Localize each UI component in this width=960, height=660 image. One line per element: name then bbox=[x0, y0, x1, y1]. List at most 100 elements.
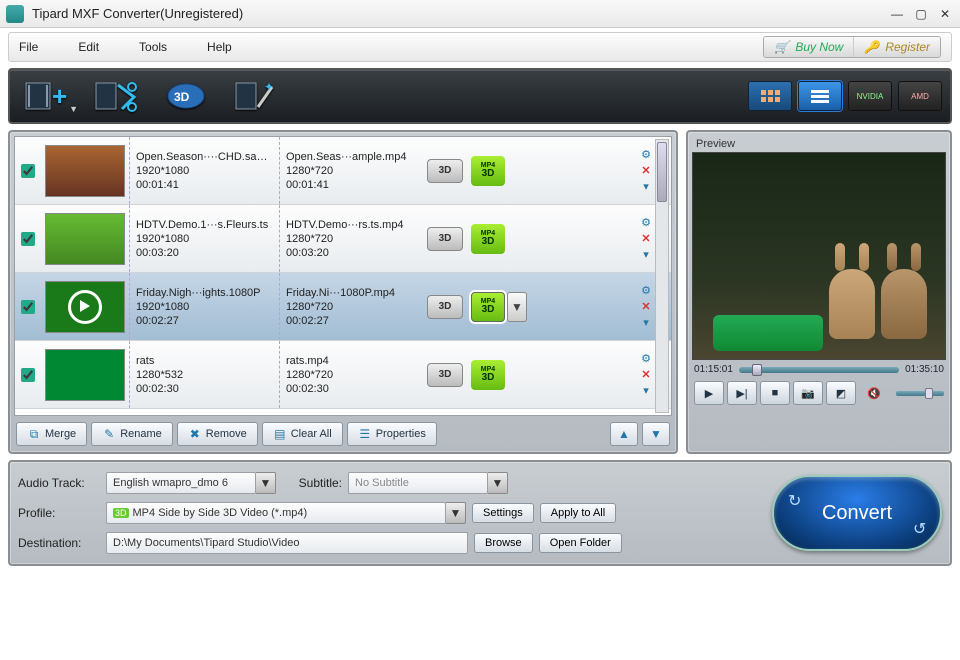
menu-help[interactable]: Help bbox=[207, 40, 232, 54]
settings-pane: Audio Track: English wmapro_dmo 6▼ Subti… bbox=[8, 460, 952, 566]
buy-now-button[interactable]: 🛒 Buy Now bbox=[764, 37, 853, 57]
file-checkbox[interactable] bbox=[21, 300, 35, 314]
remove-icon: ✖ bbox=[188, 427, 202, 441]
profile-select[interactable]: 3DMP4 Side by Side 3D Video (*.mp4) bbox=[106, 502, 446, 524]
3d-badge[interactable]: 3D bbox=[427, 363, 463, 387]
gear-icon[interactable]: ⚙ bbox=[639, 284, 653, 298]
move-down-button[interactable]: ▼ bbox=[642, 422, 670, 446]
list-tools: ⧉Merge ✎Rename ✖Remove ▤Clear All ☰Prope… bbox=[14, 420, 672, 448]
file-checkbox[interactable] bbox=[21, 164, 35, 178]
delete-icon[interactable]: ✕ bbox=[639, 232, 653, 246]
destination-label: Destination: bbox=[18, 536, 100, 550]
close-button[interactable]: ✕ bbox=[936, 7, 954, 21]
src-filename: HDTV.Demo.1···s.Fleurs.ts bbox=[136, 219, 273, 231]
gear-icon[interactable]: ⚙ bbox=[639, 148, 653, 162]
delete-icon[interactable]: ✕ bbox=[639, 300, 653, 314]
file-checkbox[interactable] bbox=[21, 368, 35, 382]
destination-input[interactable]: D:\My Documents\Tipard Studio\Video bbox=[106, 532, 468, 554]
dst-resolution: 1280*720 bbox=[286, 233, 413, 245]
audio-track-select[interactable]: English wmapro_dmo 6 bbox=[106, 472, 256, 494]
file-row[interactable]: Friday.Nigh···ights.1080P1920*108000:02:… bbox=[15, 273, 671, 341]
file-row[interactable]: Open.Season····CHD.sample1920*108000:01:… bbox=[15, 137, 671, 205]
file-thumbnail[interactable] bbox=[45, 349, 125, 401]
buy-now-label: Buy Now bbox=[795, 40, 843, 54]
menu-file[interactable]: File bbox=[19, 40, 38, 54]
menu-tools[interactable]: Tools bbox=[139, 40, 167, 54]
rename-label: Rename bbox=[120, 428, 162, 440]
dst-duration: 00:01:41 bbox=[286, 179, 413, 191]
expand-icon[interactable]: ▾ bbox=[639, 316, 653, 330]
gear-icon[interactable]: ⚙ bbox=[639, 352, 653, 366]
apply-all-button[interactable]: Apply to All bbox=[540, 503, 616, 523]
dropdown-icon[interactable]: ▼ bbox=[446, 502, 466, 524]
seek-knob[interactable] bbox=[752, 364, 762, 376]
3d-badge[interactable]: 3D bbox=[427, 159, 463, 183]
src-filename: rats bbox=[136, 355, 273, 367]
format-badge[interactable]: MP43D bbox=[471, 292, 505, 322]
properties-button[interactable]: ☰Properties bbox=[347, 422, 437, 446]
open-folder-button[interactable]: Open Folder bbox=[539, 533, 622, 553]
file-row[interactable]: HDTV.Demo.1···s.Fleurs.ts1920*108000:03:… bbox=[15, 205, 671, 273]
audio-track-label: Audio Track: bbox=[18, 476, 100, 490]
clear-all-button[interactable]: ▤Clear All bbox=[262, 422, 343, 446]
stop-button[interactable]: ■ bbox=[760, 381, 790, 405]
view-list-button[interactable] bbox=[798, 81, 842, 111]
preview-video[interactable] bbox=[692, 152, 946, 360]
nvidia-indicator[interactable]: NVIDIA bbox=[848, 81, 892, 111]
format-badge[interactable]: MP43D bbox=[471, 156, 505, 186]
mute-button[interactable]: 🔇 bbox=[859, 381, 889, 405]
play-button[interactable]: ▶ bbox=[694, 381, 724, 405]
expand-icon[interactable]: ▾ bbox=[639, 180, 653, 194]
subtitle-select[interactable]: No Subtitle bbox=[348, 472, 488, 494]
3d-badge[interactable]: 3D bbox=[427, 295, 463, 319]
file-checkbox[interactable] bbox=[21, 232, 35, 246]
settings-button[interactable]: Settings bbox=[472, 503, 534, 523]
rename-button[interactable]: ✎Rename bbox=[91, 422, 173, 446]
seek-slider[interactable] bbox=[739, 367, 899, 373]
maximize-button[interactable]: ▢ bbox=[912, 7, 930, 21]
time-total: 01:35:10 bbox=[905, 364, 944, 375]
expand-icon[interactable]: ▾ bbox=[639, 384, 653, 398]
3d-badge[interactable]: 3D bbox=[427, 227, 463, 251]
scrollbar[interactable] bbox=[655, 139, 669, 413]
menu-edit[interactable]: Edit bbox=[78, 40, 99, 54]
file-thumbnail[interactable] bbox=[45, 213, 125, 265]
register-button[interactable]: 🔑 Register bbox=[853, 37, 940, 57]
convert-button[interactable]: ↻ Convert ↻ bbox=[772, 475, 942, 551]
file-thumbnail[interactable] bbox=[45, 145, 125, 197]
amd-indicator[interactable]: AMD bbox=[898, 81, 942, 111]
view-grid-button[interactable] bbox=[748, 81, 792, 111]
dropdown-icon[interactable]: ▼ bbox=[256, 472, 276, 494]
gear-icon[interactable]: ⚙ bbox=[639, 216, 653, 230]
merge-label: Merge bbox=[45, 428, 76, 440]
toolbar: + ▼ 3D ✦ NVIDIA AMD bbox=[8, 68, 952, 124]
remove-button[interactable]: ✖Remove bbox=[177, 422, 258, 446]
file-row[interactable]: rats1280*53200:02:30rats.mp41280*72000:0… bbox=[15, 341, 671, 409]
move-up-button[interactable]: ▲ bbox=[610, 422, 638, 446]
snapshot-button[interactable]: 📷 bbox=[793, 381, 823, 405]
src-filename: Open.Season····CHD.sample bbox=[136, 151, 273, 163]
file-thumbnail[interactable] bbox=[45, 281, 125, 333]
volume-slider[interactable] bbox=[896, 391, 944, 396]
minimize-button[interactable]: — bbox=[888, 7, 906, 21]
3d-button[interactable]: 3D bbox=[158, 76, 214, 116]
delete-icon[interactable]: ✕ bbox=[639, 164, 653, 178]
add-file-button[interactable]: + ▼ bbox=[18, 76, 74, 116]
format-badge[interactable]: MP43D bbox=[471, 360, 505, 390]
dst-filename: HDTV.Demo···rs.ts.mp4 bbox=[286, 219, 413, 231]
compare-button[interactable]: ◩ bbox=[826, 381, 856, 405]
scrollbar-thumb[interactable] bbox=[657, 142, 667, 202]
merge-button[interactable]: ⧉Merge bbox=[16, 422, 87, 446]
key-icon: 🔑 bbox=[864, 40, 879, 54]
browse-button[interactable]: Browse bbox=[474, 533, 533, 553]
volume-knob[interactable] bbox=[925, 388, 933, 399]
step-button[interactable]: ▶| bbox=[727, 381, 757, 405]
trim-button[interactable] bbox=[88, 76, 144, 116]
expand-icon[interactable]: ▾ bbox=[639, 248, 653, 262]
format-dropdown[interactable]: ▼ bbox=[507, 292, 527, 322]
dropdown-icon[interactable]: ▼ bbox=[488, 472, 508, 494]
delete-icon[interactable]: ✕ bbox=[639, 368, 653, 382]
effect-button[interactable]: ✦ bbox=[228, 76, 284, 116]
app-icon bbox=[6, 5, 24, 23]
format-badge[interactable]: MP43D bbox=[471, 224, 505, 254]
